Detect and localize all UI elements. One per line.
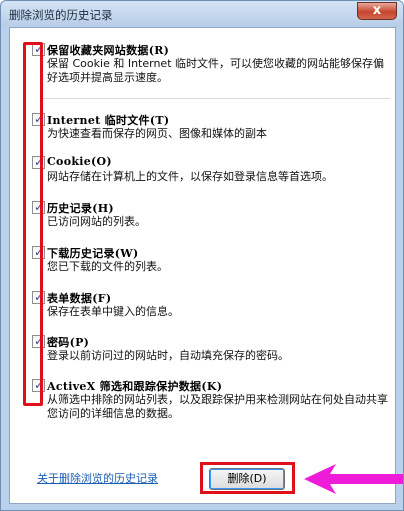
pointer-arrow-icon xyxy=(304,464,403,494)
help-link[interactable]: 关于删除浏览的历史记录 xyxy=(37,470,158,486)
delete-button[interactable]: 删除(D) xyxy=(209,468,285,490)
option-description: 您已下载的文件的列表。 xyxy=(47,260,168,273)
option-title[interactable]: 历史记录(H) xyxy=(47,200,114,216)
separator xyxy=(42,98,390,99)
option-title[interactable]: 下载历史记录(W) xyxy=(47,245,138,261)
dialog-window: 删除浏览的历史记录 x ✓ 保留收藏夹网站数据(R) 保留 Cookie 和 I… xyxy=(0,0,404,511)
option-title[interactable]: 密码(P) xyxy=(47,334,89,350)
option-description: 已访问网站的列表。 xyxy=(47,215,146,228)
option-description: 从筛选中排除的网站列表，以及跟踪保护用来检测网站在何处自动共享您访问的详细信息的… xyxy=(47,393,388,420)
title-bar[interactable]: 删除浏览的历史记录 x xyxy=(1,1,403,27)
option-description: 为快速查看而保存的网页、图像和媒体的副本 xyxy=(47,127,267,140)
window-title: 删除浏览的历史记录 xyxy=(9,8,113,22)
option-title[interactable]: ActiveX 筛选和跟踪保护数据(K) xyxy=(47,378,222,394)
option-description: 登录以前访问过的网站时，自动填充保存的密码。 xyxy=(47,349,289,362)
option-description: 保存在表单中键入的信息。 xyxy=(47,305,179,318)
option-title[interactable]: 表单数据(F) xyxy=(47,290,111,306)
option-description: 网站存储在计算机上的文件，以保存如登录信息等首选项。 xyxy=(47,170,333,183)
option-title[interactable]: 保留收藏夹网站数据(R) xyxy=(47,42,169,58)
dialog-content: ✓ 保留收藏夹网站数据(R) 保留 Cookie 和 Internet 临时文件… xyxy=(9,27,403,504)
option-title[interactable]: Internet 临时文件(T) xyxy=(47,112,169,128)
highlight-frame-checkboxes xyxy=(23,42,43,406)
option-description: 保留 Cookie 和 Internet 临时文件，可以使您收藏的网站能够保存偏… xyxy=(47,57,384,84)
arrow-shape xyxy=(304,464,403,494)
close-button[interactable]: x xyxy=(357,2,397,20)
option-title[interactable]: Cookie(O) xyxy=(47,155,112,168)
